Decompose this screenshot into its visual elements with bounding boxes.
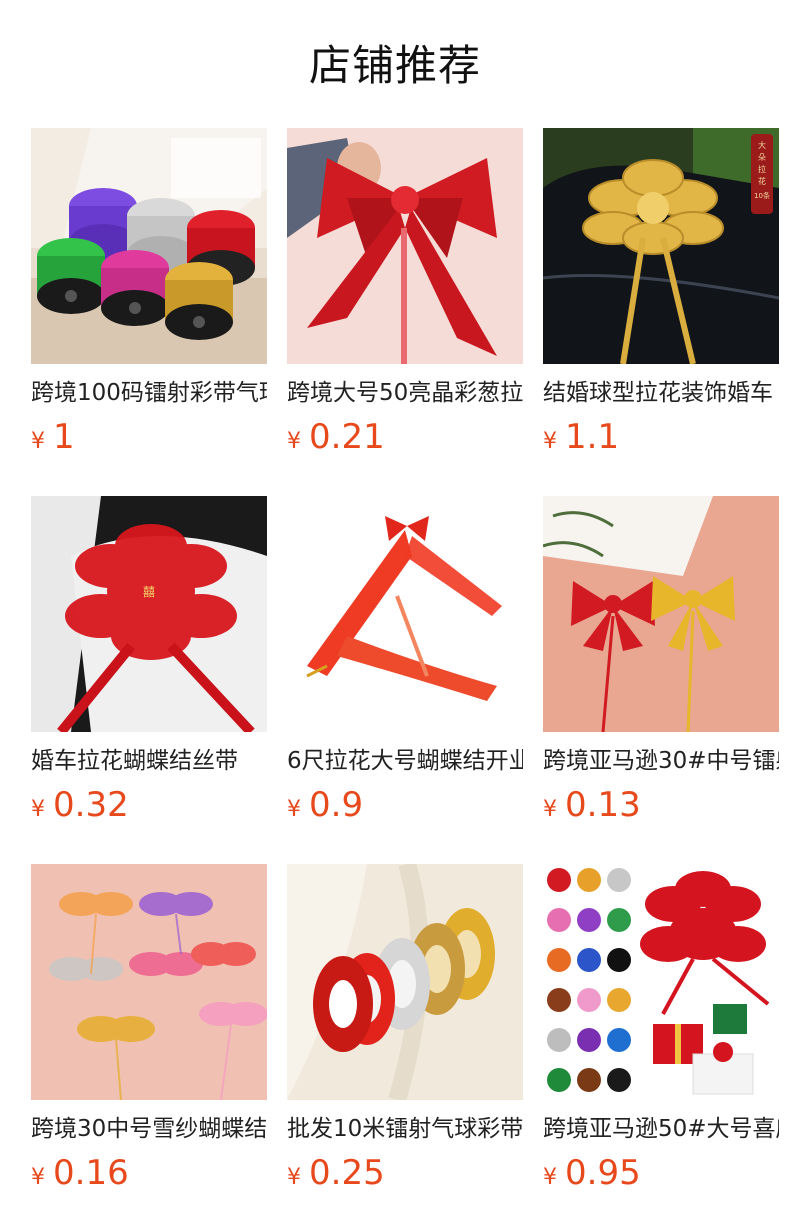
svg-text:拉: 拉 [758,164,766,174]
currency-symbol: ¥ [543,797,557,822]
product-card[interactable]: 跨境亚马逊50#大号喜庆 ¥0.95 [543,864,779,1193]
svg-text:大: 大 [758,140,766,150]
product-image-gold-bow-car[interactable]: 大 朵 拉 花 10条 [543,128,779,364]
product-card[interactable]: 大 朵 拉 花 10条 结婚球型拉花装饰婚车 ¥1.1 [543,128,779,457]
price-value: 1 [53,417,75,457]
product-card[interactable]: 跨境30中号雪纱蝴蝶结 ¥0.16 [31,864,267,1193]
currency-symbol: ¥ [543,1165,557,1190]
price-value: 0.32 [53,785,129,825]
product-card[interactable]: 跨境大号50亮晶彩葱拉花 ¥0.21 [287,128,523,457]
product-name[interactable]: 婚车拉花蝴蝶结丝带 [31,745,267,777]
svg-text:囍: 囍 [143,585,155,599]
product-name[interactable]: 跨境亚马逊30#中号镭射 [543,745,779,777]
product-name[interactable]: 跨境100码镭射彩带气球绑带 [31,377,267,409]
product-price: ¥1.1 [543,417,779,457]
product-price: ¥0.13 [543,785,779,825]
currency-symbol: ¥ [287,429,301,454]
product-image-organza-bows[interactable] [31,864,267,1100]
currency-symbol: ¥ [31,797,45,822]
product-card[interactable]: 6尺拉花大号蝴蝶结开业 ¥0.9 [287,496,523,825]
price-value: 0.9 [309,785,364,825]
price-value: 0.25 [309,1153,385,1193]
product-card[interactable]: 跨境亚马逊30#中号镭射 ¥0.13 [543,496,779,825]
product-image-bow-assortment[interactable] [543,864,779,1100]
product-card[interactable]: 批发10米镭射气球彩带 ¥0.25 [287,864,523,1193]
product-card[interactable]: 跨境100码镭射彩带气球绑带 ¥1 [31,128,267,457]
product-image-wedding-bow-mirror[interactable]: 囍 [31,496,267,732]
product-name[interactable]: 跨境30中号雪纱蝴蝶结 [31,1113,267,1145]
product-price: ¥0.32 [31,785,267,825]
product-image-ribbon-spools[interactable] [31,128,267,364]
currency-symbol: ¥ [31,429,45,454]
product-price: ¥0.16 [31,1153,267,1193]
product-price: ¥0.9 [287,785,523,825]
product-image-red-gold-bows[interactable] [543,496,779,732]
product-price: ¥0.21 [287,417,523,457]
currency-symbol: ¥ [287,797,301,822]
price-value: 1.1 [565,417,620,457]
product-card[interactable]: 囍 婚车拉花蝴蝶结丝带 ¥0.32 [31,496,267,825]
product-price: ¥0.25 [287,1153,523,1193]
product-name[interactable]: 结婚球型拉花装饰婚车 [543,377,779,409]
svg-text:10条: 10条 [754,191,770,200]
price-value: 0.16 [53,1153,129,1193]
section-title: 店铺推荐 [308,41,481,90]
product-image-red-bow[interactable] [287,128,523,364]
price-value: 0.21 [309,417,385,457]
product-price: ¥0.95 [543,1153,779,1193]
svg-text:花: 花 [758,176,766,186]
product-name[interactable]: 批发10米镭射气球彩带 [287,1113,523,1145]
currency-symbol: ¥ [543,429,557,454]
product-price: ¥1 [31,417,267,457]
product-name[interactable]: 跨境亚马逊50#大号喜庆 [543,1113,779,1145]
product-name[interactable]: 跨境大号50亮晶彩葱拉花 [287,377,523,409]
currency-symbol: ¥ [287,1165,301,1190]
price-value: 0.95 [565,1153,641,1193]
product-image-red-pull-bow[interactable] [287,496,523,732]
product-image-balloon-ribbon-rolls[interactable] [287,864,523,1100]
svg-text:朵: 朵 [758,153,766,162]
currency-symbol: ¥ [31,1165,45,1190]
product-name[interactable]: 6尺拉花大号蝴蝶结开业 [287,745,523,777]
price-value: 0.13 [565,785,641,825]
